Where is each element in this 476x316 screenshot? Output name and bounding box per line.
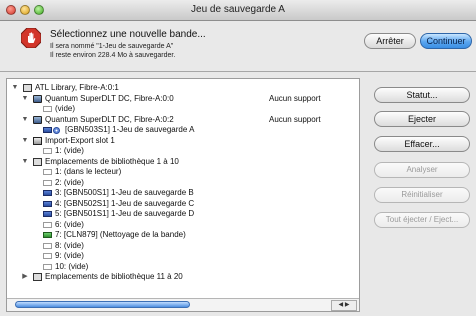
tape-empty-icon <box>43 221 52 228</box>
tree-row[interactable]: 6: (vide) <box>7 220 357 230</box>
prompt-message: Sélectionnez une nouvelle bande... <box>50 29 206 40</box>
tree-row[interactable]: ▼ Quantum SuperDLT DC, Fibre-A:0:0 Aucun s… <box>7 94 357 104</box>
tree-row[interactable]: ▼ Import-Export slot 1 <box>7 136 357 146</box>
disclosure-expanded-icon[interactable]: ▼ <box>21 136 29 146</box>
tree-row-label: 4: [GBN502S1] 1-Jeu de sauvegarde C <box>55 198 195 208</box>
disclosure-expanded-icon[interactable]: ▼ <box>21 115 29 125</box>
prompt-detail-remaining: Il reste environ 228.4 Mo à sauvegarder. <box>50 52 176 59</box>
disclosure-expanded-icon[interactable]: ▼ <box>21 94 29 104</box>
tree-row-label: 1: (vide) <box>55 146 84 155</box>
tape-empty-icon <box>43 179 52 186</box>
disclosure-collapsed-icon[interactable]: ▶ <box>21 272 29 282</box>
media-status: Aucun support <box>269 93 321 103</box>
tape-empty-icon <box>43 148 52 154</box>
disc-icon <box>53 127 60 134</box>
tree-row-label: Import-Export slot 1 <box>45 135 115 145</box>
tree-row-label: (vide) <box>55 104 76 113</box>
library-icon <box>33 157 42 166</box>
media-status: Aucun support <box>269 114 321 124</box>
tree-row[interactable]: 8: (vide) <box>7 241 357 251</box>
tree-row[interactable]: 9: (vide) <box>7 251 357 261</box>
tree-row[interactable]: 1: (dans le lecteur) <box>7 167 357 177</box>
side-button[interactable]: Tout éjecter / Eject... <box>374 212 470 228</box>
continue-button[interactable]: Continuer <box>420 33 472 49</box>
tape-icon <box>43 211 52 217</box>
tape-empty-icon <box>43 106 52 112</box>
tree-row-label: Emplacements de bibliothèque 11 à 20 <box>45 272 183 281</box>
tree-row[interactable]: 1: (vide) <box>7 146 357 156</box>
tree-row-label: 3: [GBN500S1] 1-Jeu de sauvegarde B <box>55 188 194 197</box>
device-tree-panel: ▼ ATL Library, Fibre-A:0:1 ▼ Quantum SuperD… <box>6 78 360 312</box>
tree-row-label: ATL Library, Fibre-A:0:1 <box>35 83 119 92</box>
title-bar: Jeu de sauvegarde A <box>0 0 476 21</box>
tape-icon <box>43 200 52 207</box>
library-icon <box>23 84 32 92</box>
horizontal-scrollbar[interactable]: ◀ ▶ <box>7 298 359 311</box>
side-button[interactable]: Effacer... <box>374 136 470 152</box>
prompt-header: Sélectionnez une nouvelle bande... Il se… <box>0 21 476 71</box>
tape-clean-icon <box>43 232 52 238</box>
stop-button[interactable]: Arrêter <box>364 33 416 49</box>
tree-row-label: 8: (vide) <box>55 240 84 250</box>
tape-icon <box>43 190 52 196</box>
tape-empty-icon <box>43 169 52 175</box>
tree-row-label: 2: (vide) <box>55 177 84 187</box>
tree-row-label: Emplacements de bibliothèque 1 à 10 <box>45 156 179 166</box>
side-button[interactable]: Analyser <box>374 162 470 178</box>
tree-row[interactable]: ▼ Emplacements de bibliothèque 1 à 10 <box>7 157 357 167</box>
tree-row[interactable]: 3: [GBN500S1] 1-Jeu de sauvegarde B <box>7 188 357 198</box>
window-title: Jeu de sauvegarde A <box>191 4 285 15</box>
tree-row-label: 5: [GBN501S1] 1-Jeu de sauvegarde D <box>55 209 195 218</box>
stop-hand-icon <box>21 28 41 48</box>
tree-row-label: 6: (vide) <box>55 219 84 229</box>
disclosure-expanded-icon[interactable]: ▼ <box>21 157 29 167</box>
tree-row-label: 1: (dans le lecteur) <box>55 167 122 176</box>
tree-row[interactable]: 2: (vide) <box>7 178 357 188</box>
tree-row-label: [GBN503S1] 1-Jeu de sauvegarde A <box>65 125 195 134</box>
tree-row[interactable]: 10: (vide) <box>7 262 357 272</box>
drive-icon <box>33 115 42 124</box>
tree-row[interactable]: 4: [GBN502S1] 1-Jeu de sauvegarde C <box>7 199 357 209</box>
library-icon <box>33 273 42 281</box>
scroll-arrows[interactable]: ◀ ▶ <box>331 300 357 311</box>
tree-row-label: Quantum SuperDLT DC, Fibre-A:0:0 <box>45 93 174 103</box>
tree-row[interactable]: 5: [GBN501S1] 1-Jeu de sauvegarde D <box>7 209 357 219</box>
prompt-detail-name: Il sera nommé "1-Jeu de sauvegarde A" <box>50 43 174 50</box>
tree-row[interactable]: ▼ ATL Library, Fibre-A:0:1 <box>7 83 357 93</box>
disclosure-expanded-icon[interactable]: ▼ <box>11 83 19 93</box>
tree-row[interactable]: [GBN503S1] 1-Jeu de sauvegarde A <box>7 125 357 135</box>
io-icon <box>33 136 42 145</box>
scrollbar-thumb[interactable] <box>15 301 190 308</box>
tape-empty-icon <box>43 242 52 249</box>
tape-empty-icon <box>43 253 52 259</box>
side-button[interactable]: Réinitialiser <box>374 187 470 203</box>
tape-empty-icon <box>43 263 52 270</box>
tape-icon <box>43 127 52 133</box>
tree-row-label: 10: (vide) <box>55 261 89 271</box>
drive-icon <box>33 94 42 103</box>
tree-row[interactable]: (vide) <box>7 104 357 114</box>
tree-row[interactable]: ▶ Emplacements de bibliothèque 11 à 20 <box>7 272 357 282</box>
tree-row[interactable]: 7: [CLN879] (Nettoyage de la bande) <box>7 230 357 240</box>
tree-row-label: 7: [CLN879] (Nettoyage de la bande) <box>55 230 186 239</box>
header-divider <box>0 71 476 72</box>
side-button[interactable]: Statut... <box>374 87 470 103</box>
tree-row[interactable]: ▼ Quantum SuperDLT DC, Fibre-A:0:2 Aucun s… <box>7 115 357 125</box>
tree-row-label: 9: (vide) <box>55 251 84 260</box>
tree-row-label: Quantum SuperDLT DC, Fibre-A:0:2 <box>45 114 174 124</box>
side-button[interactable]: Ejecter <box>374 111 470 127</box>
